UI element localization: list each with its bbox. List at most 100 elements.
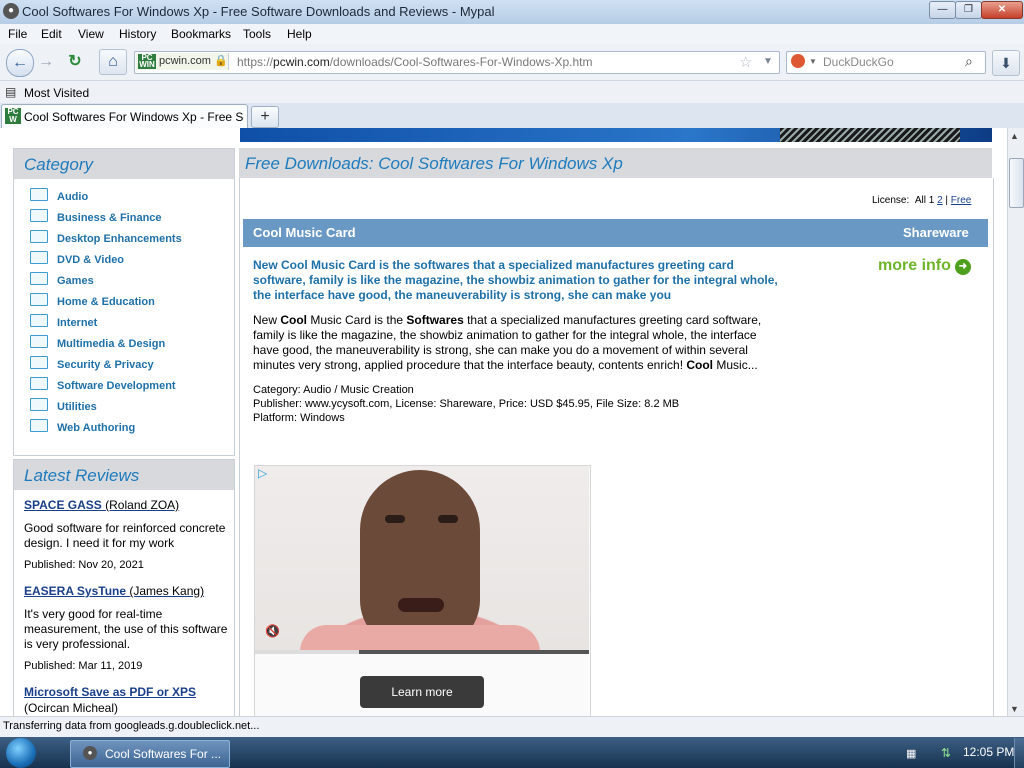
lock-icon: 🔒	[214, 55, 228, 67]
menu-tools[interactable]: Tools	[243, 27, 271, 41]
network-tray-icon[interactable]: ⇅	[941, 746, 951, 760]
category-label: Multimedia & Design	[57, 338, 166, 350]
category-item-games[interactable]: Games	[30, 272, 94, 287]
bookmark-star-icon[interactable]: ☆	[739, 53, 752, 71]
folder-icon	[30, 230, 48, 243]
ad-person-face	[360, 470, 480, 650]
search-magnifier-icon[interactable]: ⌕	[965, 53, 973, 70]
menu-view[interactable]: View	[78, 27, 104, 41]
license-all[interactable]: All	[915, 195, 926, 206]
category-item-web-authoring[interactable]: Web Authoring	[30, 419, 135, 434]
start-button[interactable]	[6, 738, 36, 768]
category-label: Web Authoring	[57, 422, 136, 434]
site-identity-domain: pcwin.com	[159, 55, 211, 67]
category-label: Desktop Enhancements	[57, 233, 182, 245]
more-info-link[interactable]: more info ➜	[878, 257, 971, 275]
license-free-link[interactable]: Free	[951, 195, 972, 206]
learn-more-button[interactable]: Learn more	[360, 676, 484, 708]
scroll-down-icon[interactable]: ▼	[1010, 704, 1019, 714]
category-label: Home & Education	[57, 296, 155, 308]
show-desktop-button[interactable]	[1014, 738, 1024, 768]
folder-icon	[30, 209, 48, 222]
search-input[interactable]: DuckDuckGo	[823, 55, 894, 69]
review-text: It's very good for real-time measurement…	[24, 607, 228, 651]
new-tab-button[interactable]: +	[251, 106, 279, 128]
category-item-utilities[interactable]: Utilities	[30, 398, 97, 413]
forward-icon[interactable]: →	[34, 50, 58, 74]
mute-icon[interactable]: 🔇	[265, 624, 280, 638]
review-title[interactable]: EASERA SysTune	[24, 584, 126, 598]
app-icon: ●	[3, 3, 19, 19]
ad-eye	[385, 515, 405, 523]
main-header: Free Downloads: Cool Softwares For Windo…	[239, 148, 992, 178]
review-title-link[interactable]: Microsoft Save as PDF or XPS	[24, 685, 196, 699]
url-prefix: https://	[237, 55, 274, 69]
separator: |	[945, 195, 949, 206]
category-item-software-development[interactable]: Software Development	[30, 377, 176, 392]
product-description: New Cool Music Card is the Softwares tha…	[253, 313, 778, 373]
duckduckgo-icon[interactable]	[791, 54, 805, 68]
desc-text: New	[253, 313, 281, 327]
back-icon[interactable]: ←	[6, 49, 34, 77]
downloads-icon[interactable]: ⬇	[992, 50, 1020, 76]
scroll-up-icon[interactable]: ▲	[1010, 131, 1019, 141]
home-icon[interactable]: ⌂	[99, 49, 127, 75]
most-visited-bookmark[interactable]: Most Visited	[24, 86, 89, 100]
url-dropdown-icon[interactable]: ▼	[763, 56, 773, 67]
menu-bookmarks[interactable]: Bookmarks	[171, 27, 231, 41]
category-label: Games	[57, 275, 94, 287]
folder-icon	[30, 419, 48, 432]
review-title[interactable]: SPACE GASS	[24, 498, 102, 512]
folder-icon	[30, 377, 48, 390]
maximize-button[interactable]: ❐	[955, 1, 982, 19]
page-1: 1	[928, 195, 935, 206]
category-header: Category	[14, 149, 234, 179]
review-author: (Ocircan Micheal)	[24, 701, 119, 715]
category-item-dvd-video[interactable]: DVD & Video	[30, 251, 124, 266]
category-item-audio[interactable]: Audio	[30, 188, 88, 203]
menu-history[interactable]: History	[119, 27, 156, 41]
page-2-link[interactable]: 2	[937, 195, 943, 206]
tab-active[interactable]: PC W Cool Softwares For Windows Xp - Free…	[1, 104, 248, 129]
category-item-internet[interactable]: Internet	[30, 314, 97, 329]
category-label: Internet	[57, 317, 98, 329]
close-button[interactable]: ✕	[981, 1, 1023, 19]
scrollbar-thumb[interactable]	[1009, 158, 1024, 208]
browser-icon: ●	[83, 746, 97, 760]
minimize-button[interactable]: —	[929, 1, 956, 19]
category-item-home-education[interactable]: Home & Education	[30, 293, 155, 308]
product-publisher-info: Publisher: www.ycysoft.com, License: Sha…	[253, 398, 680, 410]
tab-label: Cool Softwares For Windows Xp - Free So.…	[24, 110, 244, 124]
taskbar-item-browser[interactable]: ● Cool Softwares For ...	[70, 740, 230, 768]
ad-mouth	[398, 598, 444, 612]
product-platform: Platform: Windows	[253, 412, 345, 424]
search-engine-dropdown-icon[interactable]: ▼	[809, 57, 817, 66]
review-date: Published: Nov 20, 2021	[24, 559, 144, 571]
category-item-security-privacy[interactable]: Security & Privacy	[30, 356, 154, 371]
window-title-bar: ● Cool Softwares For Windows Xp - Free S…	[0, 0, 1024, 24]
review-author: (Roland ZOA)	[105, 498, 180, 512]
menu-help[interactable]: Help	[287, 27, 312, 41]
adchoices-icon[interactable]: ▷	[258, 466, 267, 480]
keyboard-tray-icon[interactable]: ▦	[906, 747, 916, 760]
clock[interactable]: 12:05 PM	[963, 745, 1014, 759]
url-path: /downloads/Cool-Softwares-For-Windows-Xp…	[329, 55, 593, 69]
category-label: Software Development	[57, 380, 176, 392]
category-item-business-finance[interactable]: Business & Finance	[30, 209, 162, 224]
category-item-desktop-enhancements[interactable]: Desktop Enhancements	[30, 230, 182, 245]
review-title-link[interactable]: EASERA SysTune (James Kang)	[24, 584, 204, 598]
product-category: Category: Audio / Music Creation	[253, 384, 414, 396]
reload-icon[interactable]: ↻	[63, 50, 87, 74]
product-summary[interactable]: New Cool Music Card is the softwares tha…	[253, 258, 778, 303]
site-identity-button[interactable]: PC WIN pcwin.com 🔒	[136, 53, 229, 70]
product-name[interactable]: Cool Music Card	[253, 225, 356, 240]
url-text[interactable]: https://pcwin.com/downloads/Cool-Softwar…	[237, 55, 592, 69]
review-title-link[interactable]: SPACE GASS (Roland ZOA)	[24, 498, 179, 512]
vertical-scrollbar[interactable]	[1007, 128, 1024, 716]
more-info-label: more info	[878, 257, 951, 274]
category-item-multimedia-design[interactable]: Multimedia & Design	[30, 335, 165, 350]
menu-edit[interactable]: Edit	[41, 27, 62, 41]
license-filter: License: All 1 2 | Free	[872, 195, 971, 206]
category-label: Audio	[57, 191, 89, 203]
menu-file[interactable]: File	[8, 27, 27, 41]
